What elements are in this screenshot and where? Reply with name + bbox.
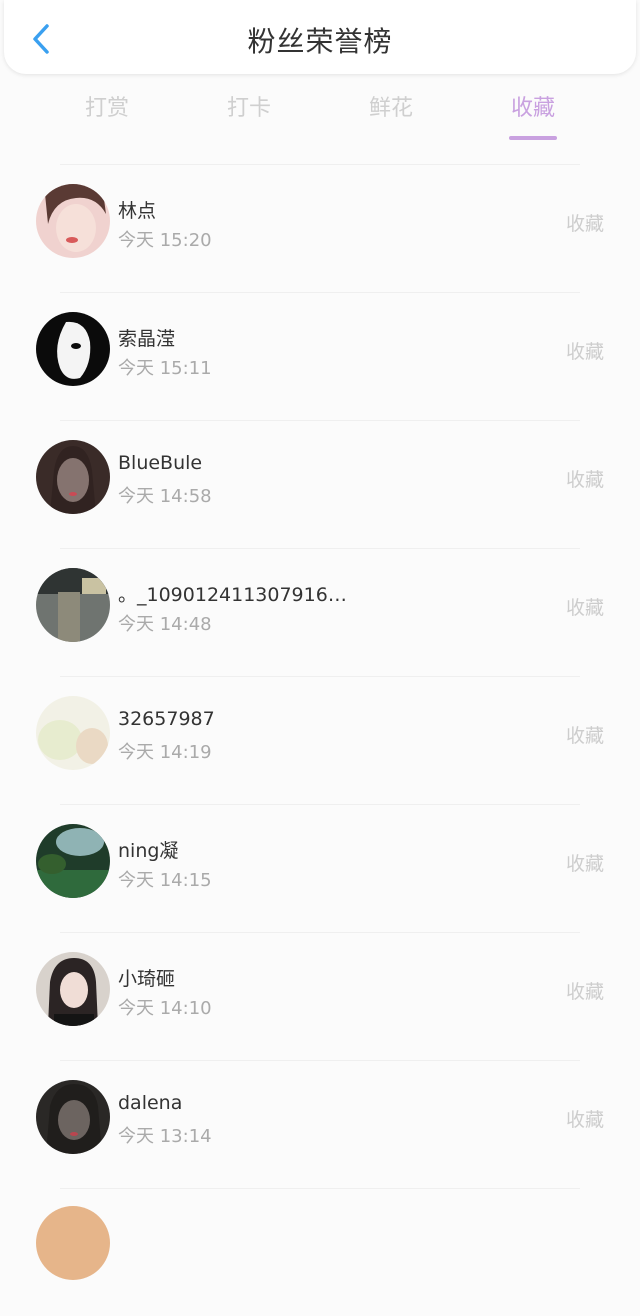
divider <box>60 1060 580 1061</box>
fan-time: 今天 15:11 <box>118 358 212 379</box>
list-item[interactable]: dalena 今天 13:14 收藏 <box>0 1060 640 1188</box>
divider <box>60 804 580 805</box>
fan-name: 。_1090124113079168... <box>118 584 358 606</box>
page-title: 粉丝荣誉榜 <box>247 25 393 58</box>
tab-favorites-label: 收藏 <box>510 96 555 121</box>
list-item[interactable]: 林点 今天 15:20 收藏 <box>0 164 640 292</box>
fan-name: ning凝 <box>118 840 179 862</box>
avatar[interactable] <box>36 1080 110 1154</box>
divider <box>60 292 580 293</box>
list-item[interactable]: 小琦砸 今天 14:10 收藏 <box>0 932 640 1060</box>
avatar[interactable] <box>36 568 110 642</box>
list-item[interactable]: 索晶滢 今天 15:11 收藏 <box>0 292 640 420</box>
avatar[interactable] <box>36 1206 110 1280</box>
fan-name: 32657987 <box>118 708 215 730</box>
fan-time: 今天 14:19 <box>118 742 212 763</box>
divider <box>60 676 580 677</box>
list-item[interactable]: ning凝 今天 14:15 收藏 <box>0 804 640 932</box>
list-item[interactable]: 。_1090124113079168... 今天 14:48 收藏 <box>0 548 640 676</box>
tab-favorites[interactable]: 收藏 <box>478 90 588 140</box>
avatar[interactable] <box>36 312 110 386</box>
favorite-label: 收藏 <box>565 853 604 875</box>
fan-time: 今天 14:10 <box>118 998 212 1019</box>
fan-time: 今天 14:15 <box>118 870 212 891</box>
favorite-label: 收藏 <box>565 213 604 235</box>
list-item[interactable]: 32657987 今天 14:19 收藏 <box>0 676 640 804</box>
fan-time: 今天 13:14 <box>118 1126 212 1147</box>
avatar[interactable] <box>36 184 110 258</box>
favorite-label: 收藏 <box>565 341 604 363</box>
fan-name: 索晶滢 <box>118 328 176 350</box>
fan-name: 林点 <box>118 200 157 222</box>
favorite-label: 收藏 <box>565 469 604 491</box>
divider <box>60 548 580 549</box>
list-item[interactable]: BlueBule 今天 14:58 收藏 <box>0 420 640 548</box>
tab-reward[interactable]: 打赏 <box>52 90 162 122</box>
avatar[interactable] <box>36 440 110 514</box>
divider <box>60 420 580 421</box>
fan-list: 林点 今天 15:20 收藏 索晶滢 今天 15:11 收藏 BlueBule <box>0 164 640 1316</box>
divider <box>60 164 580 165</box>
favorite-label: 收藏 <box>565 981 604 1003</box>
tab-bar: 打赏 打卡 鲜花 收藏 <box>0 90 640 146</box>
favorite-label: 收藏 <box>565 597 604 619</box>
active-tab-indicator <box>509 136 557 140</box>
tab-flowers[interactable]: 鲜花 <box>336 90 446 122</box>
tab-checkin[interactable]: 打卡 <box>194 90 304 122</box>
avatar[interactable] <box>36 952 110 1026</box>
top-bar: 粉丝荣誉榜 <box>4 0 636 74</box>
divider <box>60 1188 580 1189</box>
avatar[interactable] <box>36 824 110 898</box>
fan-time: 今天 15:20 <box>118 230 212 251</box>
favorite-label: 收藏 <box>565 1109 604 1131</box>
fan-time: 今天 14:48 <box>118 614 212 635</box>
favorite-label: 收藏 <box>565 725 604 747</box>
divider <box>60 932 580 933</box>
fan-name: BlueBule <box>118 452 203 474</box>
avatar[interactable] <box>36 696 110 770</box>
fan-name: dalena <box>118 1092 183 1114</box>
fan-name: 小琦砸 <box>118 968 176 990</box>
fan-time: 今天 14:58 <box>118 486 212 507</box>
